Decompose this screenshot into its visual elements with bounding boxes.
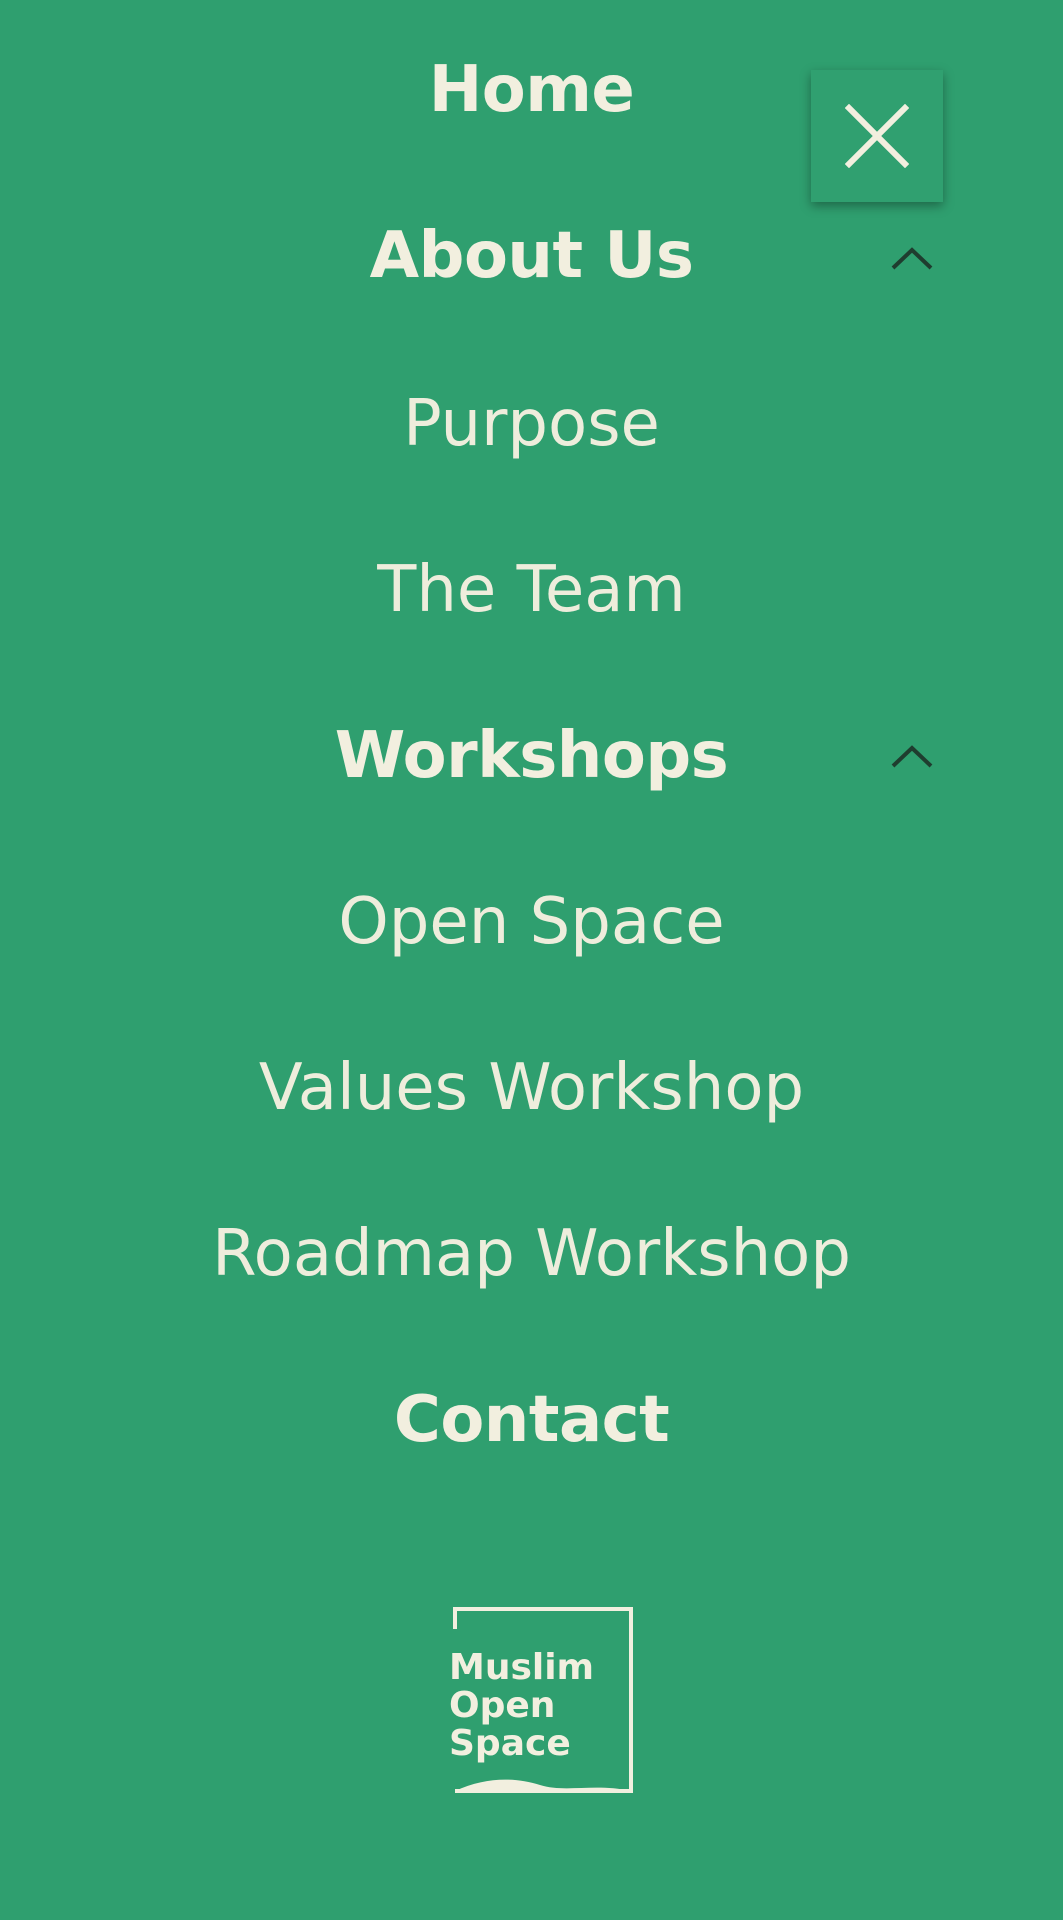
- nav-item-purpose-label: Purpose: [403, 387, 660, 461]
- nav-item-open-space[interactable]: Open Space: [0, 890, 1063, 954]
- nav-item-about-us-label: About Us: [369, 219, 694, 293]
- nav-item-home-label: Home: [428, 53, 635, 127]
- nav-item-open-space-label: Open Space: [338, 885, 725, 959]
- close-menu-button[interactable]: [811, 70, 943, 202]
- logo-text-line1: Muslim: [449, 1647, 594, 1688]
- nav-item-roadmap-workshop-label: Roadmap Workshop: [212, 1217, 851, 1291]
- workshops-chevron-up-icon[interactable]: [890, 742, 934, 770]
- nav-item-contact-label: Contact: [393, 1383, 670, 1457]
- nav-item-purpose[interactable]: Purpose: [0, 392, 1063, 456]
- logo-text-line3: Space: [449, 1723, 571, 1764]
- nav-item-contact[interactable]: Contact: [0, 1388, 1063, 1452]
- nav-item-the-team-label: The Team: [377, 553, 686, 627]
- nav-item-roadmap-workshop[interactable]: Roadmap Workshop: [0, 1222, 1063, 1286]
- nav-item-values-workshop-label: Values Workshop: [258, 1051, 805, 1125]
- nav-item-workshops-label: Workshops: [334, 719, 729, 793]
- nav-item-the-team[interactable]: The Team: [0, 558, 1063, 622]
- nav-item-values-workshop[interactable]: Values Workshop: [0, 1056, 1063, 1120]
- about-us-chevron-up-icon[interactable]: [890, 244, 934, 272]
- mobile-nav-menu: Home About Us Purpose The Team Workshops…: [0, 0, 1063, 1920]
- close-icon: [845, 104, 909, 168]
- muslim-open-space-logo[interactable]: Muslim Open Space: [445, 1605, 635, 1795]
- logo-text-line2: Open: [449, 1685, 555, 1726]
